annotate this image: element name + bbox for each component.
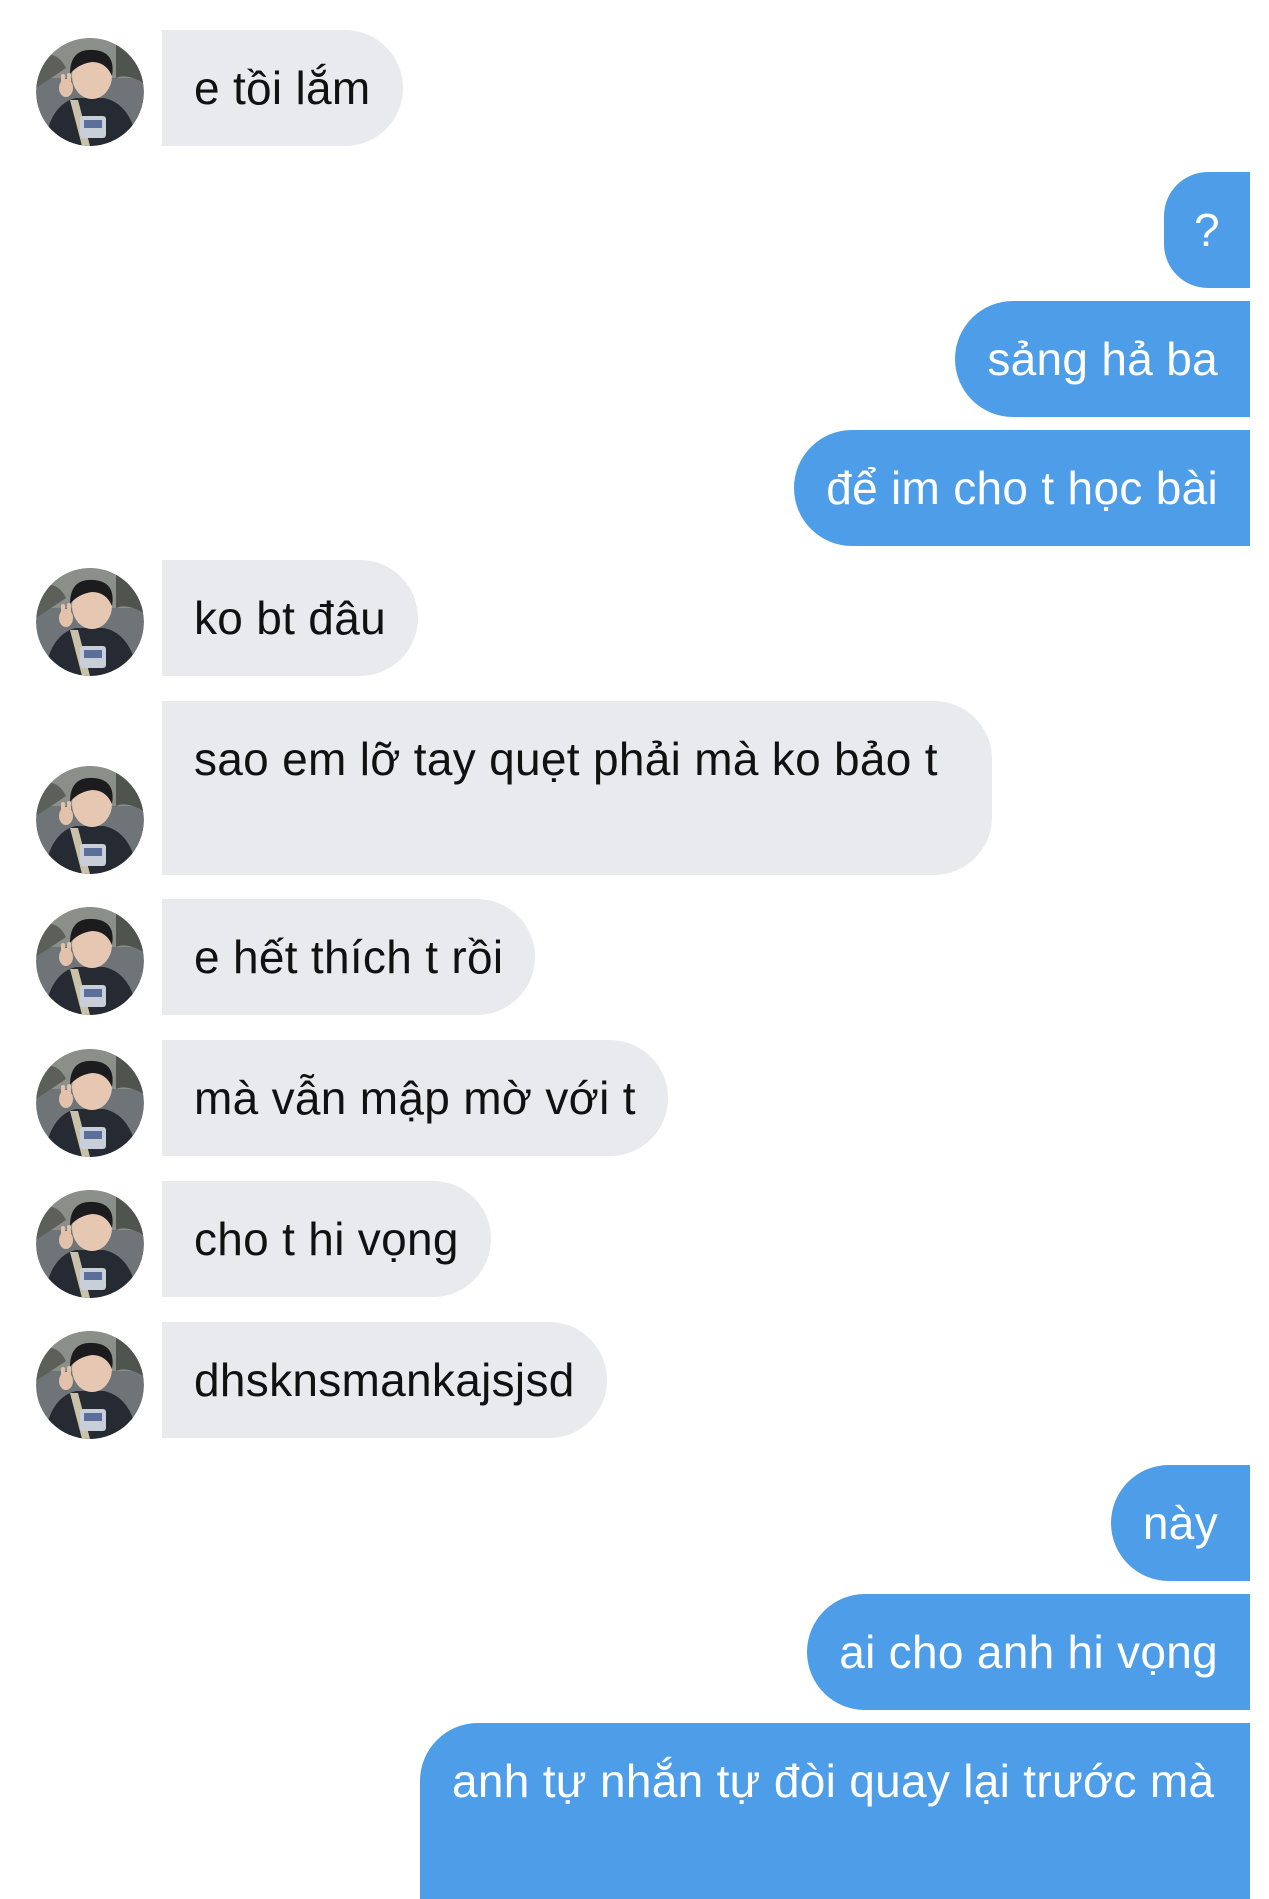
avatar-photo-icon xyxy=(36,766,144,874)
outgoing-message-bubble[interactable]: ? xyxy=(1164,172,1250,288)
message-text: ai cho anh hi vọng xyxy=(839,1626,1218,1678)
incoming-message-bubble[interactable]: cho t hi vọng xyxy=(162,1181,491,1297)
incoming-message-bubble[interactable]: sao em lỡ tay quẹt phải mà ko bảo t xyxy=(162,701,992,875)
contact-avatar[interactable] xyxy=(36,568,144,676)
outgoing-message-bubble[interactable]: để im cho t học bài xyxy=(794,430,1250,546)
contact-avatar[interactable] xyxy=(36,1049,144,1157)
outgoing-message-bubble[interactable]: anh tự nhắn tự đòi quay lại trước mà xyxy=(420,1723,1250,1899)
incoming-message-bubble[interactable]: ko bt đâu xyxy=(162,560,418,676)
contact-avatar[interactable] xyxy=(36,766,144,874)
outgoing-message-bubble[interactable]: sảng hả ba xyxy=(955,301,1250,417)
message-text: này xyxy=(1142,1497,1218,1549)
avatar-photo-icon xyxy=(36,38,144,146)
message-thread: e tồi lắm ? sảng hả ba để im cho t học b… xyxy=(0,0,1269,1899)
message-text: cho t hi vọng xyxy=(194,1213,459,1265)
contact-avatar[interactable] xyxy=(36,38,144,146)
outgoing-message-bubble[interactable]: ai cho anh hi vọng xyxy=(807,1594,1250,1710)
avatar-photo-icon xyxy=(36,568,144,676)
message-text: anh tự nhắn tự đòi quay lại trước mà xyxy=(452,1755,1215,1807)
avatar-photo-icon xyxy=(36,907,144,1015)
incoming-message-bubble[interactable]: e tồi lắm xyxy=(162,30,403,146)
outgoing-message-bubble[interactable]: này xyxy=(1110,1465,1250,1581)
message-text: ? xyxy=(1194,204,1220,256)
message-text: mà vẫn mập mờ với t xyxy=(194,1072,636,1124)
message-text: e tồi lắm xyxy=(194,62,371,114)
avatar-photo-icon xyxy=(36,1331,144,1439)
message-text: e hết thích t rồi xyxy=(194,931,504,983)
contact-avatar[interactable] xyxy=(36,1331,144,1439)
message-text: dhsknsmankajsjsd xyxy=(194,1354,575,1406)
message-text: ko bt đâu xyxy=(194,592,386,644)
contact-avatar[interactable] xyxy=(36,1190,144,1298)
message-text: sao em lỡ tay quẹt phải mà ko bảo t xyxy=(194,733,938,785)
avatar-photo-icon xyxy=(36,1049,144,1157)
avatar-photo-icon xyxy=(36,1190,144,1298)
incoming-message-bubble[interactable]: e hết thích t rồi xyxy=(162,899,536,1015)
contact-avatar[interactable] xyxy=(36,907,144,1015)
message-text: để im cho t học bài xyxy=(826,462,1218,514)
message-text: sảng hả ba xyxy=(987,333,1218,385)
incoming-message-bubble[interactable]: mà vẫn mập mờ với t xyxy=(162,1040,668,1156)
incoming-message-bubble[interactable]: dhsknsmankajsjsd xyxy=(162,1322,607,1438)
